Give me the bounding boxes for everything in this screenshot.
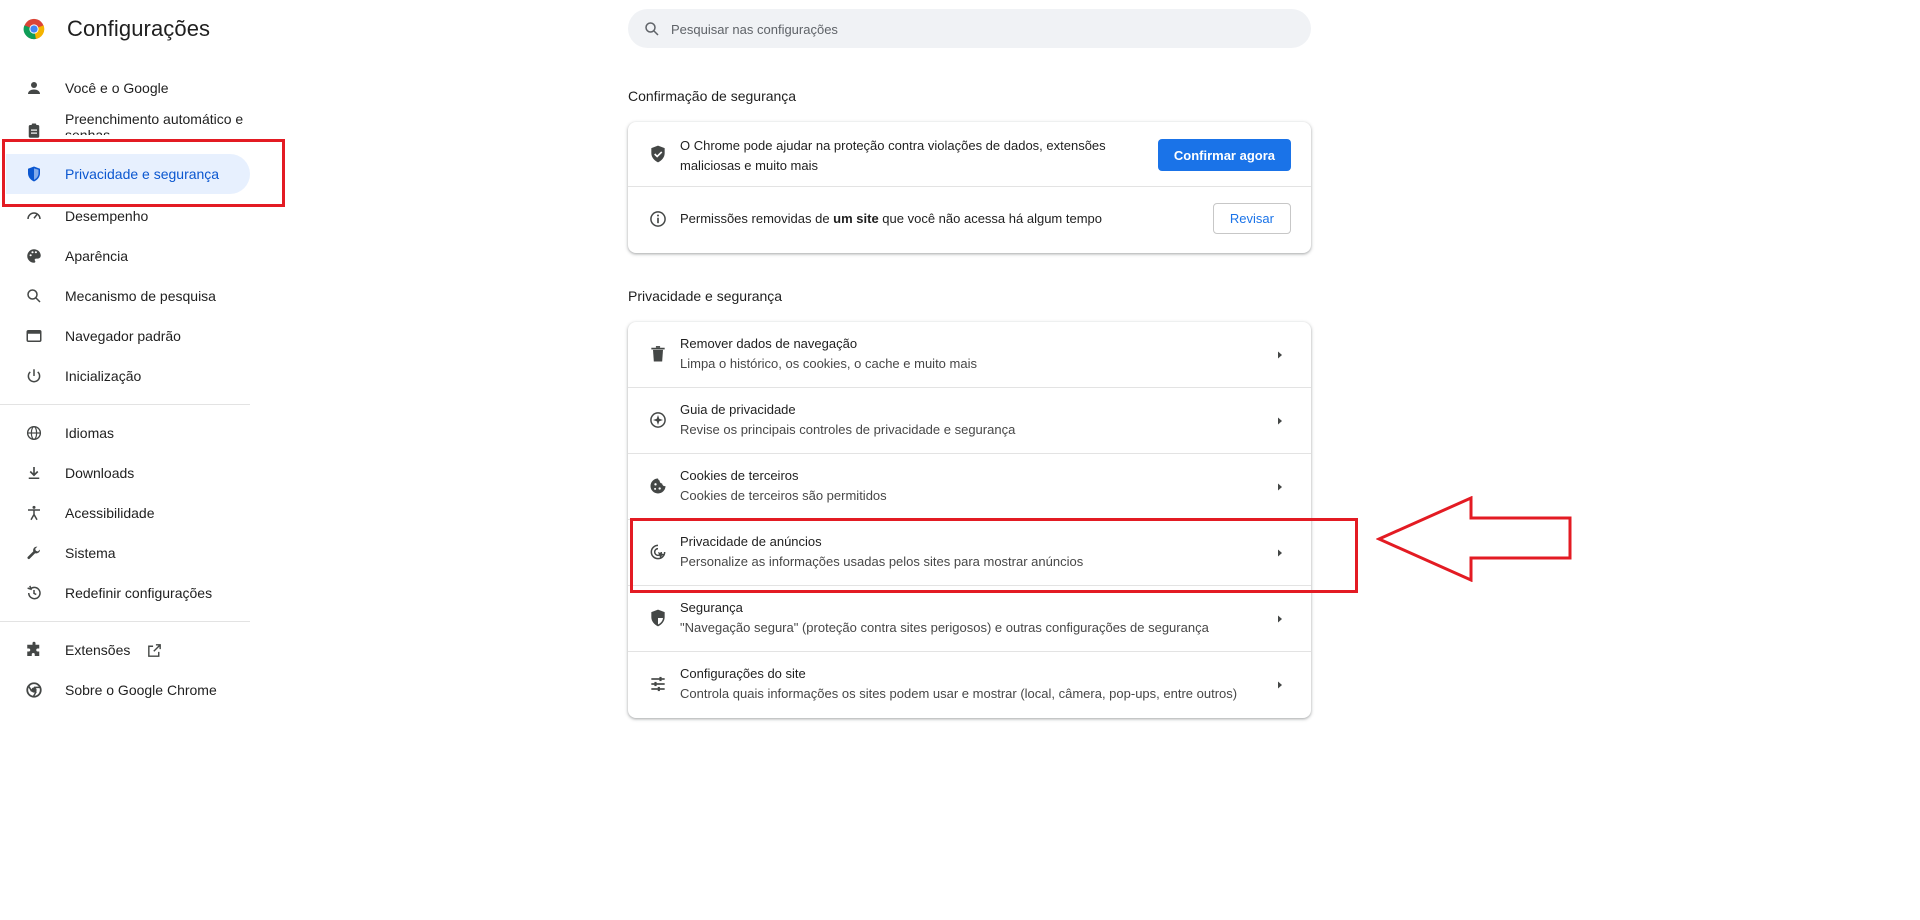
sidebar-item-accessibility[interactable]: Acessibilidade <box>0 493 260 533</box>
browser-icon <box>26 330 42 342</box>
sidebar-item-label: Mecanismo de pesquisa <box>65 288 216 304</box>
search-input[interactable] <box>669 9 1273 50</box>
highlight-box-ad-privacy <box>630 518 1358 593</box>
app-header: Configurações <box>0 0 420 56</box>
sidebar-item-you-and-google[interactable]: Você e o Google <box>0 68 260 108</box>
row-title: Cookies de terceiros <box>680 468 799 483</box>
privacy-heading: Privacidade e segurança <box>628 288 783 304</box>
row-subtitle: Cookies de terceiros são permitidos <box>680 488 887 503</box>
row-subtitle: "Navegação segura" (proteção contra site… <box>680 620 1209 635</box>
red-arrow-icon <box>1376 496 1572 582</box>
clipboard-icon <box>28 123 40 138</box>
row-subtitle: Revise os principais controles de privac… <box>680 422 1016 437</box>
sidebar-item-system[interactable]: Sistema <box>0 533 260 573</box>
sidebar-item-label: Idiomas <box>65 425 115 441</box>
row-subtitle: Controla quais informações os sites pode… <box>680 686 1238 701</box>
sidebar-item-label: Extensões <box>65 642 131 658</box>
row-title: Remover dados de navegação <box>680 336 858 351</box>
speedometer-icon <box>27 212 41 220</box>
sidebar-item-downloads[interactable]: Downloads <box>0 453 260 493</box>
clear-browsing-data-row[interactable]: Remover dados de navegação Limpa o histó… <box>628 322 1311 387</box>
search-icon <box>27 289 41 303</box>
confirm-now-button[interactable]: Confirmar agora <box>1157 139 1291 171</box>
revoked-prefix: Permissões removidas de <box>680 211 834 226</box>
sidebar-item-label: Inicialização <box>65 368 142 384</box>
arrow-right-icon <box>1278 483 1282 491</box>
review-button[interactable]: Revisar <box>1212 203 1291 234</box>
sidebar-item-label: Preenchimento automático e senhas <box>65 111 244 135</box>
sidebar-divider <box>0 621 250 622</box>
revoked-suffix: que você não acessa há algum tempo <box>878 211 1102 226</box>
globe-icon <box>26 425 42 441</box>
row-title: Segurança <box>680 600 743 615</box>
puzzle-icon <box>27 641 40 656</box>
trash-icon <box>651 346 665 362</box>
safety-check-row: O Chrome pode ajudar na proteção contra … <box>628 122 1311 186</box>
sidebar-item-default-browser[interactable]: Navegador padrão <box>0 316 260 356</box>
arrow-right-icon <box>1278 417 1282 425</box>
sidebar-item-search-engine[interactable]: Mecanismo de pesquisa <box>0 276 260 316</box>
sidebar-item-label: Acessibilidade <box>65 505 155 521</box>
sidebar-item-reset[interactable]: Redefinir configurações <box>0 573 260 613</box>
accessibility-icon <box>28 505 40 521</box>
highlight-box-sidebar <box>2 139 285 207</box>
shield-check-icon <box>651 145 665 163</box>
sidebar-item-about[interactable]: Sobre o Google Chrome <box>0 670 260 710</box>
sidebar-item-appearance[interactable]: Aparência <box>0 236 260 276</box>
safety-check-heading: Confirmação de segurança <box>628 88 797 104</box>
cookie-icon <box>650 478 666 494</box>
safety-check-card: O Chrome pode ajudar na proteção contra … <box>628 122 1311 253</box>
palette-icon <box>27 249 41 263</box>
chrome-logo-icon <box>23 18 45 40</box>
page-title: Configurações <box>67 16 211 41</box>
row-title: Guia de privacidade <box>680 402 796 417</box>
compass-icon <box>650 412 666 428</box>
sidebar-item-languages[interactable]: Idiomas <box>0 413 260 453</box>
tune-icon <box>651 676 665 692</box>
person-icon <box>28 82 40 94</box>
safety-check-description: O Chrome pode ajudar na proteção contra … <box>680 138 1106 173</box>
security-shield-icon <box>651 609 665 627</box>
chrome-icon <box>26 682 42 698</box>
third-party-cookies-row[interactable]: Cookies de terceiros Cookies de terceiro… <box>628 453 1311 519</box>
site-settings-row[interactable]: Configurações do site Controla quais inf… <box>628 651 1311 717</box>
row-subtitle: Limpa o histórico, os cookies, o cache e… <box>680 356 977 371</box>
revoked-bold: um site <box>833 211 879 226</box>
sidebar-item-label: Você e o Google <box>65 80 169 96</box>
sidebar-item-label: Sistema <box>65 545 116 561</box>
sidebar-item-label: Redefinir configurações <box>65 585 213 601</box>
sidebar-item-label: Downloads <box>65 465 135 481</box>
privacy-guide-row[interactable]: Guia de privacidade Revise os principais… <box>628 387 1311 453</box>
arrow-right-icon <box>1278 351 1282 359</box>
download-icon <box>28 467 40 479</box>
sidebar-item-label: Desempenho <box>65 208 149 224</box>
settings-search[interactable] <box>628 9 1311 50</box>
arrow-right-icon <box>1278 615 1282 623</box>
sidebar-item-startup[interactable]: Inicialização <box>0 356 260 396</box>
external-link-icon <box>148 644 161 657</box>
security-row[interactable]: Segurança "Navegação segura" (proteção c… <box>628 585 1311 651</box>
wrench-icon <box>27 546 41 560</box>
sidebar-divider <box>0 404 250 405</box>
search-icon <box>645 22 659 36</box>
row-title: Configurações do site <box>680 666 806 681</box>
sidebar-item-label: Navegador padrão <box>65 328 181 344</box>
sidebar-item-label: Sobre o Google Chrome <box>65 682 217 698</box>
power-icon <box>27 369 41 383</box>
arrow-right-icon <box>1278 681 1282 689</box>
info-icon <box>650 211 666 227</box>
revoked-permissions-row: Permissões removidas de um site que você… <box>628 186 1311 252</box>
history-icon <box>27 585 41 600</box>
revoked-permissions-text: Permissões removidas de um site que você… <box>680 211 1102 226</box>
sidebar-item-extensions[interactable]: Extensões <box>0 630 260 670</box>
sidebar-item-label: Aparência <box>65 248 129 264</box>
